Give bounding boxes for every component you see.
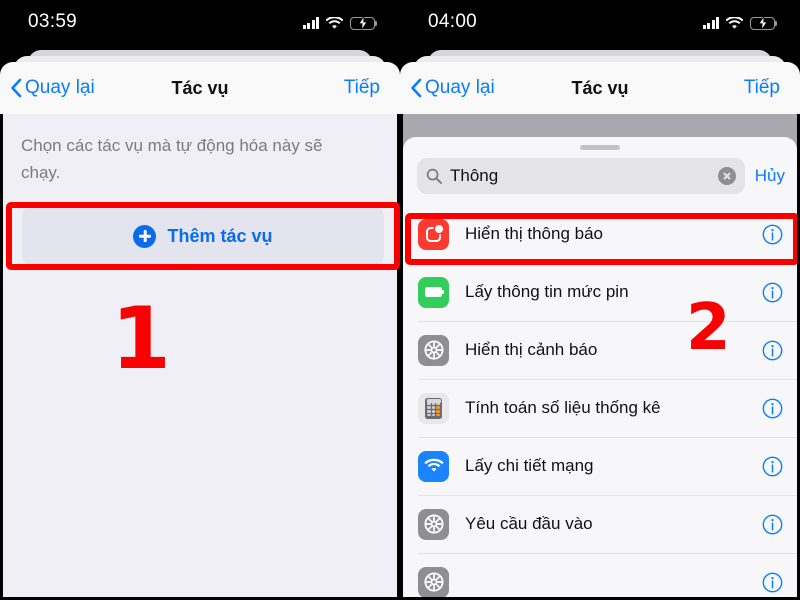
- page-title: Tác vụ: [171, 77, 229, 98]
- annotation-number-1: 1: [111, 289, 171, 389]
- list-item[interactable]: [403, 553, 797, 597]
- screenshot-stage: 03:59 Quay lại Tác vụ Tiếp Chọn các tác …: [0, 0, 800, 600]
- list-item-label: Lấy chi tiết mạng: [465, 456, 594, 475]
- list-item[interactable]: Yêu cầu đầu vào: [403, 495, 797, 553]
- add-action-wrapper: Thêm tác vụ: [22, 206, 384, 266]
- info-circle-icon[interactable]: [762, 514, 783, 535]
- next-button[interactable]: Tiếp: [344, 62, 380, 114]
- gear-icon: [418, 508, 449, 540]
- wifi-icon: [326, 16, 343, 30]
- notification-icon: [418, 218, 449, 250]
- wifi-icon: [418, 450, 449, 482]
- sheet-grabber[interactable]: [580, 145, 620, 150]
- gear-icon: [418, 334, 449, 366]
- info-circle-icon[interactable]: [762, 398, 783, 419]
- cellular-bars-icon: [702, 17, 719, 29]
- annotation-number-2: 2: [686, 291, 731, 365]
- status-time: 03:59: [28, 11, 78, 32]
- gear-icon: [418, 566, 449, 597]
- cellular-bars-icon: [302, 17, 319, 29]
- status-icons: [702, 14, 778, 32]
- nav-bar-right: Quay lại Tác vụ Tiếp: [400, 62, 800, 114]
- hint-text: Chọn các tác vụ mà tự động hóa này sẽ ch…: [21, 136, 323, 182]
- clear-circle-icon[interactable]: [717, 167, 736, 185]
- status-time: 04:00: [428, 11, 478, 32]
- battery-icon: [418, 276, 449, 308]
- battery-charging-icon: [350, 16, 378, 30]
- list-item-label: Yêu cầu đầu vào: [465, 514, 593, 533]
- action-picker-sheet: Thông Hủy Hiển thị thông báo Lấy thông t…: [403, 137, 797, 597]
- next-button[interactable]: Tiếp: [744, 62, 780, 114]
- calculator-icon: [418, 392, 449, 424]
- wifi-icon: [726, 16, 743, 30]
- nav-bar-left: Quay lại Tác vụ Tiếp: [0, 62, 400, 114]
- plus-circle-icon: [133, 224, 157, 248]
- list-item[interactable]: Tính toán số liệu thống kê: [403, 379, 797, 437]
- search-row: Thông Hủy: [417, 158, 785, 194]
- add-action-label: Thêm tác vụ: [167, 225, 273, 246]
- info-circle-icon[interactable]: [762, 282, 783, 303]
- list-item-label: Hiển thị thông báo: [465, 224, 603, 243]
- list-item[interactable]: Lấy chi tiết mạng: [403, 437, 797, 495]
- status-bar-right: 04:00: [400, 0, 800, 46]
- right-content-area: Thông Hủy Hiển thị thông báo Lấy thông t…: [400, 114, 800, 600]
- list-item[interactable]: Hiển thị cảnh báo: [403, 321, 797, 379]
- info-circle-icon[interactable]: [762, 224, 783, 245]
- info-circle-icon[interactable]: [762, 456, 783, 477]
- info-circle-icon[interactable]: [762, 340, 783, 361]
- left-phone-screenshot: 03:59 Quay lại Tác vụ Tiếp Chọn các tác …: [0, 0, 400, 600]
- left-content-area: Chọn các tác vụ mà tự động hóa này sẽ ch…: [0, 114, 400, 600]
- page-title: Tác vụ: [571, 77, 629, 98]
- search-input[interactable]: Thông: [417, 158, 745, 194]
- status-bar-left: 03:59: [0, 0, 400, 46]
- search-icon: [426, 168, 442, 184]
- right-phone-screenshot: 04:00 Quay lại Tác vụ Tiếp Thông Hủy Hiể…: [400, 0, 800, 600]
- search-results-list: Hiển thị thông báo Lấy thông tin mức pin: [403, 205, 797, 597]
- search-input-value: Thông: [450, 166, 499, 185]
- list-item[interactable]: Lấy thông tin mức pin: [403, 263, 797, 321]
- add-action-button[interactable]: Thêm tác vụ: [22, 206, 384, 266]
- list-item-label: Tính toán số liệu thống kê: [465, 398, 661, 417]
- cancel-button[interactable]: Hủy: [755, 166, 785, 186]
- list-item[interactable]: Hiển thị thông báo: [403, 205, 797, 263]
- info-circle-icon[interactable]: [762, 572, 783, 593]
- status-icons: [302, 14, 378, 32]
- battery-charging-icon: [750, 16, 778, 30]
